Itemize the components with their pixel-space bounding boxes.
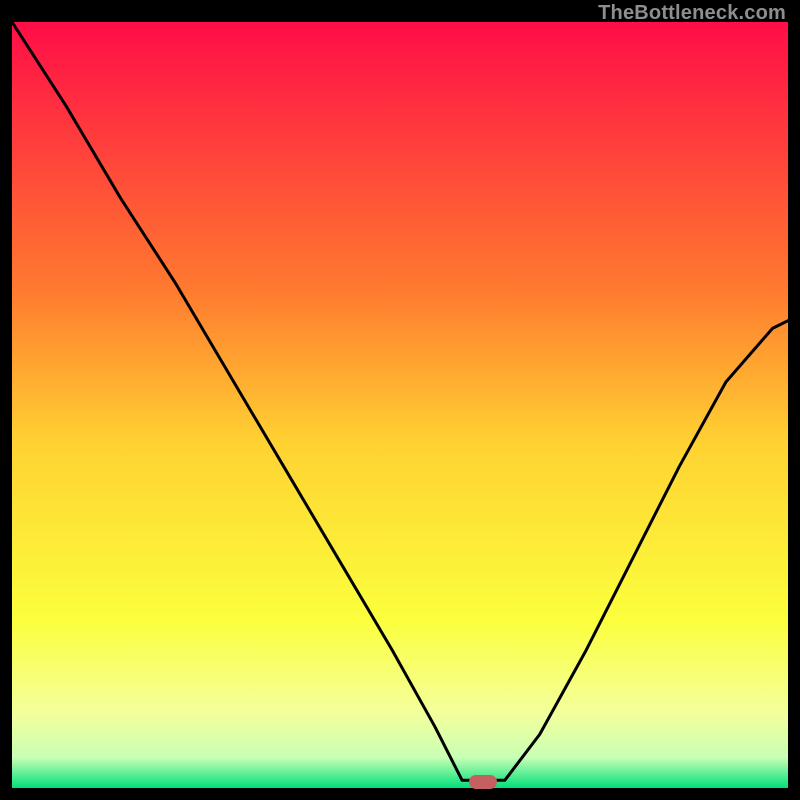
watermark-text: TheBottleneck.com [598, 2, 786, 25]
bottleneck-curve [12, 22, 788, 788]
plot-frame [12, 22, 788, 788]
optimal-marker [469, 775, 497, 789]
chart-stage: TheBottleneck.com [0, 0, 800, 800]
